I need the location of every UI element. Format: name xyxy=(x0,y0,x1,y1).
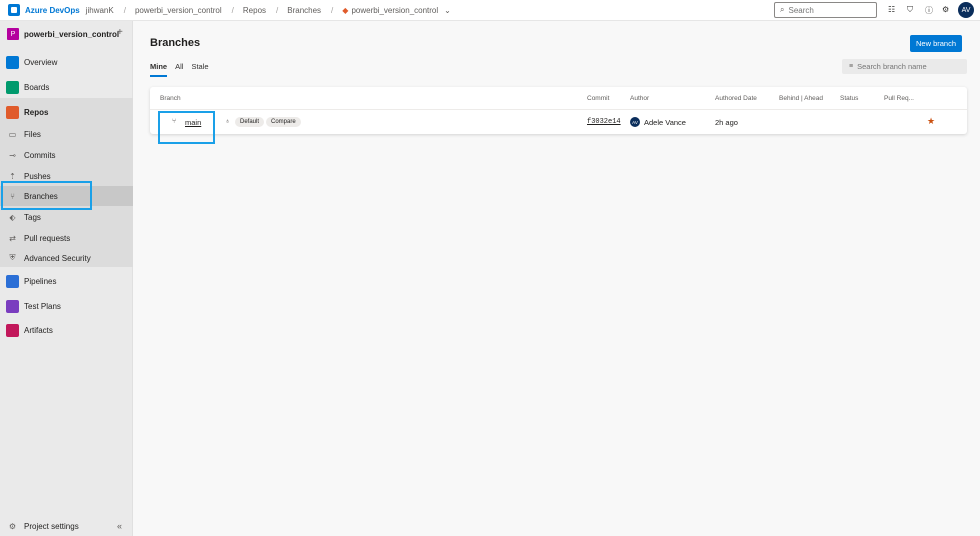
sidebar-item-label: Pipelines xyxy=(24,276,57,286)
boards-icon xyxy=(6,80,19,94)
sidebar: P powerbi_version_control + Overview Boa… xyxy=(0,21,133,536)
shield-icon: ⛨ xyxy=(9,253,16,262)
search-input[interactable] xyxy=(788,5,869,15)
test-plans-icon xyxy=(6,299,19,313)
sidebar-item-label: Repos xyxy=(24,107,49,117)
task-list-icon[interactable]: ☷ xyxy=(888,5,895,14)
sidebar-item-label: Pushes xyxy=(24,171,51,181)
breadcrumb-separator: / xyxy=(331,5,334,15)
sidebar-item-pipelines[interactable]: Pipelines xyxy=(0,269,133,293)
breadcrumb-separator: / xyxy=(231,5,234,15)
sidebar-item-label: Files xyxy=(24,129,41,139)
sidebar-item-boards[interactable]: Boards xyxy=(0,75,133,99)
user-avatar[interactable]: AV xyxy=(958,2,974,18)
tag-icon: ⬖ xyxy=(9,212,16,222)
add-icon[interactable]: + xyxy=(117,27,123,38)
breadcrumb-branches[interactable]: Branches xyxy=(287,6,321,15)
user-settings-icon[interactable]: ⚙ xyxy=(942,5,949,14)
repos-icon xyxy=(6,105,19,119)
branch-search-input[interactable] xyxy=(857,62,958,71)
sidebar-item-label: Tags xyxy=(24,212,41,222)
sidebar-item-label: Test Plans xyxy=(24,301,61,311)
sidebar-item-artifacts[interactable]: Artifacts xyxy=(0,318,133,342)
lightbulb-icon: ♁ xyxy=(225,118,231,125)
page-title: Branches xyxy=(150,37,201,49)
sidebar-item-label: Boards xyxy=(24,82,50,92)
pipelines-icon xyxy=(6,274,19,288)
sidebar-item-advanced-security[interactable]: ⛨ Advanced Security xyxy=(0,248,133,268)
column-header-behind-ahead[interactable]: Behind | Ahead xyxy=(779,95,823,102)
branch-filter[interactable]: ≡ xyxy=(842,59,967,74)
tab-mine[interactable]: Mine xyxy=(150,62,168,77)
repo-icon: ◆ xyxy=(342,5,349,15)
project-badge: P xyxy=(7,28,19,40)
breadcrumb-separator: / xyxy=(276,5,279,15)
branch-tabs: Mine All Stale xyxy=(150,62,217,77)
column-header-authored-date[interactable]: Authored Date xyxy=(715,95,757,102)
breadcrumb-repos[interactable]: Repos xyxy=(243,6,266,15)
column-header-status[interactable]: Status xyxy=(840,95,858,102)
chevron-down-icon[interactable]: ⌄ xyxy=(444,6,451,15)
branches-table: Branch Commit Author Authored Date Behin… xyxy=(150,87,967,134)
project-name[interactable]: powerbi_version_control xyxy=(24,30,119,39)
column-header-commit[interactable]: Commit xyxy=(587,95,609,102)
pull-request-icon: ⇄ xyxy=(9,233,16,243)
collapse-sidebar-icon[interactable]: « xyxy=(117,521,122,531)
top-bar: Azure DevOps jihwanK / powerbi_version_c… xyxy=(0,0,980,21)
repo-selector[interactable]: powerbi_version_control xyxy=(351,6,438,15)
marketplace-icon[interactable]: ⛉ xyxy=(907,5,913,15)
sidebar-item-pull-requests[interactable]: ⇄ Pull requests xyxy=(0,228,133,248)
column-header-author[interactable]: Author xyxy=(630,95,649,102)
sidebar-item-tags[interactable]: ⬖ Tags xyxy=(0,207,133,227)
tab-all[interactable]: All xyxy=(175,62,183,77)
sidebar-item-label: Commits xyxy=(24,150,56,160)
highlight-box xyxy=(1,181,92,210)
sidebar-item-label: Advanced Security xyxy=(24,253,91,263)
sidebar-item-overview[interactable]: Overview xyxy=(0,50,133,74)
azure-devops-logo-icon[interactable] xyxy=(8,4,20,16)
default-badge: Default xyxy=(235,117,265,127)
breadcrumb-org[interactable]: jihwanK xyxy=(86,6,114,15)
favorite-star-icon[interactable]: ★ xyxy=(927,116,935,127)
tab-stale[interactable]: Stale xyxy=(191,62,208,77)
sidebar-item-files[interactable]: ▭ Files xyxy=(0,124,133,144)
new-branch-button[interactable]: New branch xyxy=(910,35,962,52)
artifacts-icon xyxy=(6,323,19,337)
project-settings[interactable]: ⚙ Project settings « xyxy=(0,516,133,536)
column-header-pull-request[interactable]: Pull Req... xyxy=(884,95,914,102)
sidebar-item-test-plans[interactable]: Test Plans xyxy=(0,294,133,318)
push-icon: ⇡ xyxy=(9,171,16,181)
file-icon: ▭ xyxy=(8,129,17,139)
highlight-box xyxy=(158,111,215,144)
project-settings-label: Project settings xyxy=(24,521,79,531)
filter-icon: ≡ xyxy=(849,63,854,70)
commit-icon: ⊸ xyxy=(9,150,16,160)
header-divider xyxy=(150,109,967,110)
sidebar-item-repos[interactable]: Repos xyxy=(0,100,133,124)
commit-link[interactable]: f3032e14 xyxy=(587,118,621,126)
sidebar-item-label: Artifacts xyxy=(24,325,53,335)
sidebar-item-commits[interactable]: ⊸ Commits xyxy=(0,145,133,165)
project-header[interactable]: P powerbi_version_control + xyxy=(0,21,133,47)
column-header-branch[interactable]: Branch xyxy=(160,95,181,102)
search-icon: ⌕ xyxy=(780,5,785,14)
breadcrumb-separator: / xyxy=(123,5,126,15)
author-avatar: AV xyxy=(630,117,640,127)
gear-icon: ⚙ xyxy=(8,521,17,531)
overview-icon xyxy=(6,55,19,69)
compare-button[interactable]: Compare xyxy=(266,117,301,127)
authored-date: 2h ago xyxy=(715,118,738,127)
breadcrumb-project[interactable]: powerbi_version_control xyxy=(135,6,222,15)
sidebar-item-label: Pull requests xyxy=(24,233,71,243)
search-box[interactable]: ⌕ xyxy=(774,2,877,18)
sidebar-item-label: Overview xyxy=(24,57,58,67)
brand-link[interactable]: Azure DevOps xyxy=(25,6,80,15)
author-name: Adele Vance xyxy=(644,118,686,127)
help-icon[interactable]: ⓘ xyxy=(925,5,933,16)
